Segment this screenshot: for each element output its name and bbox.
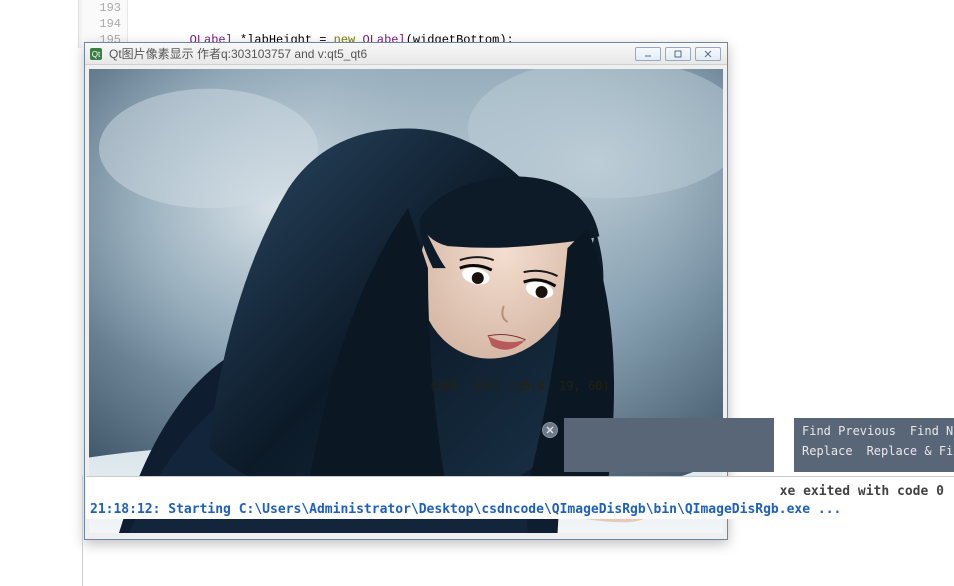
find-next-button[interactable]: Find N <box>910 424 953 438</box>
replace-button[interactable]: Replace <box>802 444 853 458</box>
start-log-line: 21:18:12: Starting C:\Users\Administrato… <box>90 501 950 519</box>
close-icon[interactable] <box>542 422 558 438</box>
replace-and-find-button[interactable]: Replace & Fi <box>867 444 954 458</box>
svg-text:Qt: Qt <box>92 50 101 59</box>
exit-status-text: xe exited with code 0 <box>780 484 944 499</box>
window-controls <box>635 47 721 61</box>
line-number: 194 <box>82 16 121 32</box>
window-title: Qt图片像素显示 作者q:303103757 and v:qt5_qt6 <box>109 45 635 62</box>
line-number: 193 <box>82 0 121 16</box>
application-output[interactable]: xe exited with code 0 21:18:12: Starting… <box>86 476 954 519</box>
maximize-button[interactable] <box>665 47 691 61</box>
find-replace-panel: Find Previous Find N Replace Replace & F… <box>794 418 954 472</box>
qt-app-icon: Qt <box>89 47 103 61</box>
minimize-button[interactable] <box>635 47 661 61</box>
close-button[interactable] <box>695 47 721 61</box>
window-titlebar[interactable]: Qt Qt图片像素显示 作者q:303103757 and v:qt5_qt6 <box>85 43 727 65</box>
find-panel-bg <box>564 418 774 472</box>
find-previous-button[interactable]: Find Previous <box>802 424 896 438</box>
output-border <box>82 476 83 586</box>
line-number-gutter: 193 194 195 <box>82 0 128 48</box>
